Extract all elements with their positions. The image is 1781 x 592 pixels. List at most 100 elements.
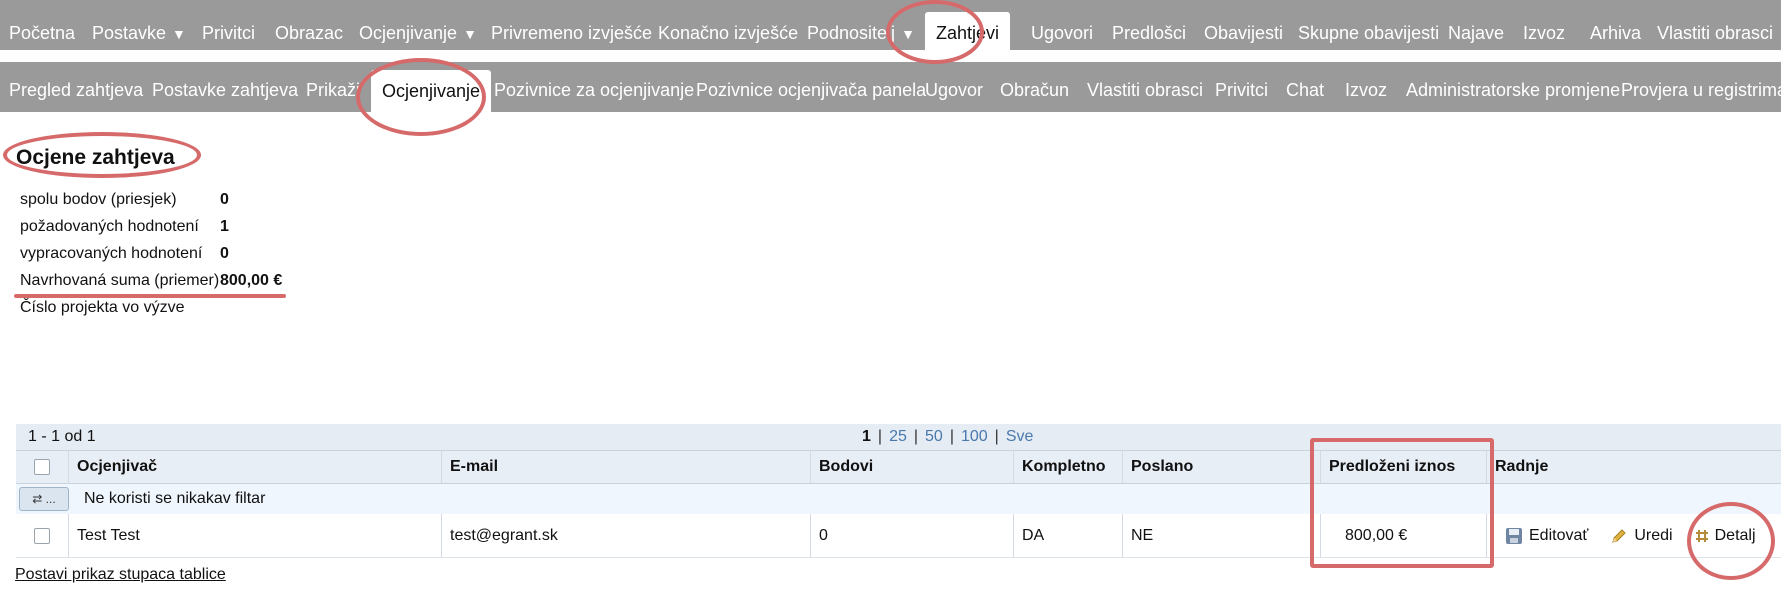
subnav-pozivnice-za-ocjenjivanje[interactable]: Pozivnice za ocjenjivanje xyxy=(494,62,694,112)
column-header-complete[interactable]: Kompletno xyxy=(1013,451,1122,483)
page-title: Ocjene zahtjeva xyxy=(16,146,175,169)
subnav-obracun[interactable]: Obračun xyxy=(1000,62,1069,112)
cell-evaluator: Test Test xyxy=(68,514,441,557)
cell-complete: DA xyxy=(1013,514,1122,557)
filter-status-text: Ne koristi se nikakav filtar xyxy=(84,490,266,507)
nav-obavijesti[interactable]: Obavijesti xyxy=(1204,0,1283,50)
nav-skupne-obavijesti[interactable]: Skupne obavijesti xyxy=(1298,0,1439,50)
chevron-down-icon: ▼ xyxy=(901,26,915,42)
nav-podnositelj-label: Podnositelj xyxy=(807,23,896,43)
summary-row: požadovaných hodnotení 1 xyxy=(20,213,282,240)
summary-value: 800,00 € xyxy=(220,272,283,289)
nav-predlosci[interactable]: Predlošci xyxy=(1112,0,1186,50)
column-header-email[interactable]: E-mail xyxy=(441,451,810,483)
nav-pocetna[interactable]: Početna xyxy=(9,0,75,50)
subnav-vlastiti-obrasci[interactable]: Vlastiti obrasci xyxy=(1087,62,1203,112)
nav-arhiva[interactable]: Arhiva xyxy=(1590,0,1641,50)
grid-filter-row: ⇄ ... Ne koristi se nikakav filtar xyxy=(16,484,1781,514)
pager-separator: | xyxy=(877,428,883,445)
row-select-cell xyxy=(16,514,68,557)
nav-najave[interactable]: Najave xyxy=(1448,0,1504,50)
column-header-points[interactable]: Bodovi xyxy=(810,451,1013,483)
summary-row: Navrhovaná suma (priemer)800,00 € xyxy=(20,267,282,294)
subnav-izvoz[interactable]: Izvoz xyxy=(1345,62,1387,112)
detail-action[interactable]: Detalj xyxy=(1695,527,1756,545)
grid-pager: 1 - 1 od 1 1 | 25 | 50 | 100 | Sve xyxy=(16,424,1781,450)
top-navigation: Početna Postavke ▼ Privitci Obrazac Ocjen… xyxy=(0,0,1781,56)
summary-value: 1 xyxy=(220,218,229,235)
subnav-pozivnice-ocjenjivaca-panela[interactable]: Pozivnice ocjenjivača panela xyxy=(696,62,926,112)
summary-value: 0 xyxy=(220,191,229,208)
detail-label: Detalj xyxy=(1714,526,1756,544)
subnav-postavke-zahtjeva[interactable]: Postavke zahtjeva xyxy=(152,62,298,112)
nav-ocjenjivanje[interactable]: Ocjenjivanje ▼ xyxy=(359,0,477,50)
summary-label: vypracovaných hodnotení xyxy=(20,245,203,262)
chevron-down-icon: ▼ xyxy=(463,26,477,42)
page-size-100[interactable]: 100 xyxy=(961,428,988,445)
floppy-disk-icon xyxy=(1506,527,1522,544)
page-size-50[interactable]: 50 xyxy=(925,428,943,445)
nav-izvoz[interactable]: Izvoz xyxy=(1523,0,1565,50)
nav-podnositelj[interactable]: Podnositelj ▼ xyxy=(807,0,915,50)
cell-email: test@egrant.sk xyxy=(441,514,810,557)
nav-postavke-label: Postavke xyxy=(92,23,167,43)
page-size-selector: 1 | 25 | 50 | 100 | Sve xyxy=(862,424,1033,450)
nav-zahtjevi[interactable]: Zahtjevi xyxy=(925,12,1011,56)
row-checkbox[interactable] xyxy=(34,527,50,544)
table-row: Test Test test@egrant.sk 0 DA NE 800,00 … xyxy=(16,514,1781,558)
nav-obrazac[interactable]: Obrazac xyxy=(275,0,343,50)
nav-privitci[interactable]: Privitci xyxy=(202,0,255,50)
column-header-amount[interactable]: Predloženi iznos xyxy=(1320,451,1486,483)
chevron-down-icon: ▼ xyxy=(172,26,186,42)
subnav-ocjenjivanje[interactable]: Ocjenjivanje xyxy=(371,70,492,112)
summary-label: Navrhovaná suma (priemer) xyxy=(20,272,220,289)
subnav-prikazi[interactable]: Prikaži xyxy=(306,62,360,112)
summary-label: požadovaných hodnotení xyxy=(20,218,199,235)
pager-separator: | xyxy=(949,428,954,445)
edit-sk-action[interactable]: Editovať xyxy=(1505,527,1588,545)
filter-button[interactable]: ⇄ ... xyxy=(19,487,69,511)
grid-detail-icon xyxy=(1695,529,1708,542)
summary-row: vypracovaných hodnotení 0 xyxy=(20,240,282,267)
subnav-chat[interactable]: Chat xyxy=(1286,62,1324,112)
pencil-icon xyxy=(1612,528,1627,543)
column-header-actions: Radnje xyxy=(1486,451,1781,483)
nav-konacno-izvjesce[interactable]: Konačno izvješće xyxy=(658,0,798,50)
subnav-ugovor[interactable]: Ugovor xyxy=(925,62,983,112)
subnav-pregled-zahtjeva[interactable]: Pregled zahtjeva xyxy=(9,62,143,112)
subnav-provjera-u-registrima[interactable]: Provjera u registrima xyxy=(1621,62,1781,112)
nav-vlastiti-obrasci[interactable]: Vlastiti obrasci xyxy=(1657,0,1773,50)
annotation-underline xyxy=(14,294,286,298)
edit-sk-label: Editovať xyxy=(1529,526,1589,544)
summary-label: spolu bodov (priesjek) xyxy=(20,191,177,208)
pager-range: 1 - 1 od 1 xyxy=(28,428,96,445)
column-header-evaluator[interactable]: Ocjenjivač xyxy=(68,451,441,483)
header-select-cell xyxy=(16,451,68,483)
cell-actions: Editovať Uredi Detalj xyxy=(1486,514,1781,557)
cell-amount: 800,00 € xyxy=(1320,514,1486,557)
edit-label: Uredi xyxy=(1634,526,1673,544)
sub-navigation: Pregled zahtjeva Postavke zahtjeva Prika… xyxy=(0,62,1781,112)
nav-privremeno-izvjesce[interactable]: Privremeno izvješće xyxy=(491,0,652,50)
column-header-sent[interactable]: Poslano xyxy=(1122,451,1320,483)
summary-row: Číslo projekta vo výzve xyxy=(20,294,282,321)
summary-row: spolu bodov (priesjek) 0 xyxy=(20,186,282,213)
nav-ocjenjivanje-label: Ocjenjivanje xyxy=(359,23,458,43)
page-size-all[interactable]: Sve xyxy=(1006,428,1034,445)
pager-separator: | xyxy=(994,428,999,445)
subnav-privitci[interactable]: Privitci xyxy=(1215,62,1268,112)
nav-postavke[interactable]: Postavke ▼ xyxy=(92,0,186,50)
column-order-link[interactable]: Postavi prikaz stupaca tablice xyxy=(15,566,226,584)
summary-value: 0 xyxy=(220,245,229,262)
cell-sent: NE xyxy=(1122,514,1320,557)
pager-separator: | xyxy=(913,428,919,445)
summary-list: spolu bodov (priesjek) 0 požadovaných hod… xyxy=(20,186,282,321)
nav-ugovori[interactable]: Ugovori xyxy=(1031,0,1093,50)
page-size-25[interactable]: 25 xyxy=(889,428,907,445)
select-all-checkbox[interactable] xyxy=(34,459,50,475)
grid-header-row: Ocjenjivač E-mail Bodovi Kompletno Posla… xyxy=(16,450,1781,484)
page-current: 1 xyxy=(862,428,871,445)
summary-label: Číslo projekta vo výzve xyxy=(20,299,185,316)
subnav-administratorske-promjene[interactable]: Administratorske promjene xyxy=(1406,62,1620,112)
edit-action[interactable]: Uredi xyxy=(1610,526,1673,545)
